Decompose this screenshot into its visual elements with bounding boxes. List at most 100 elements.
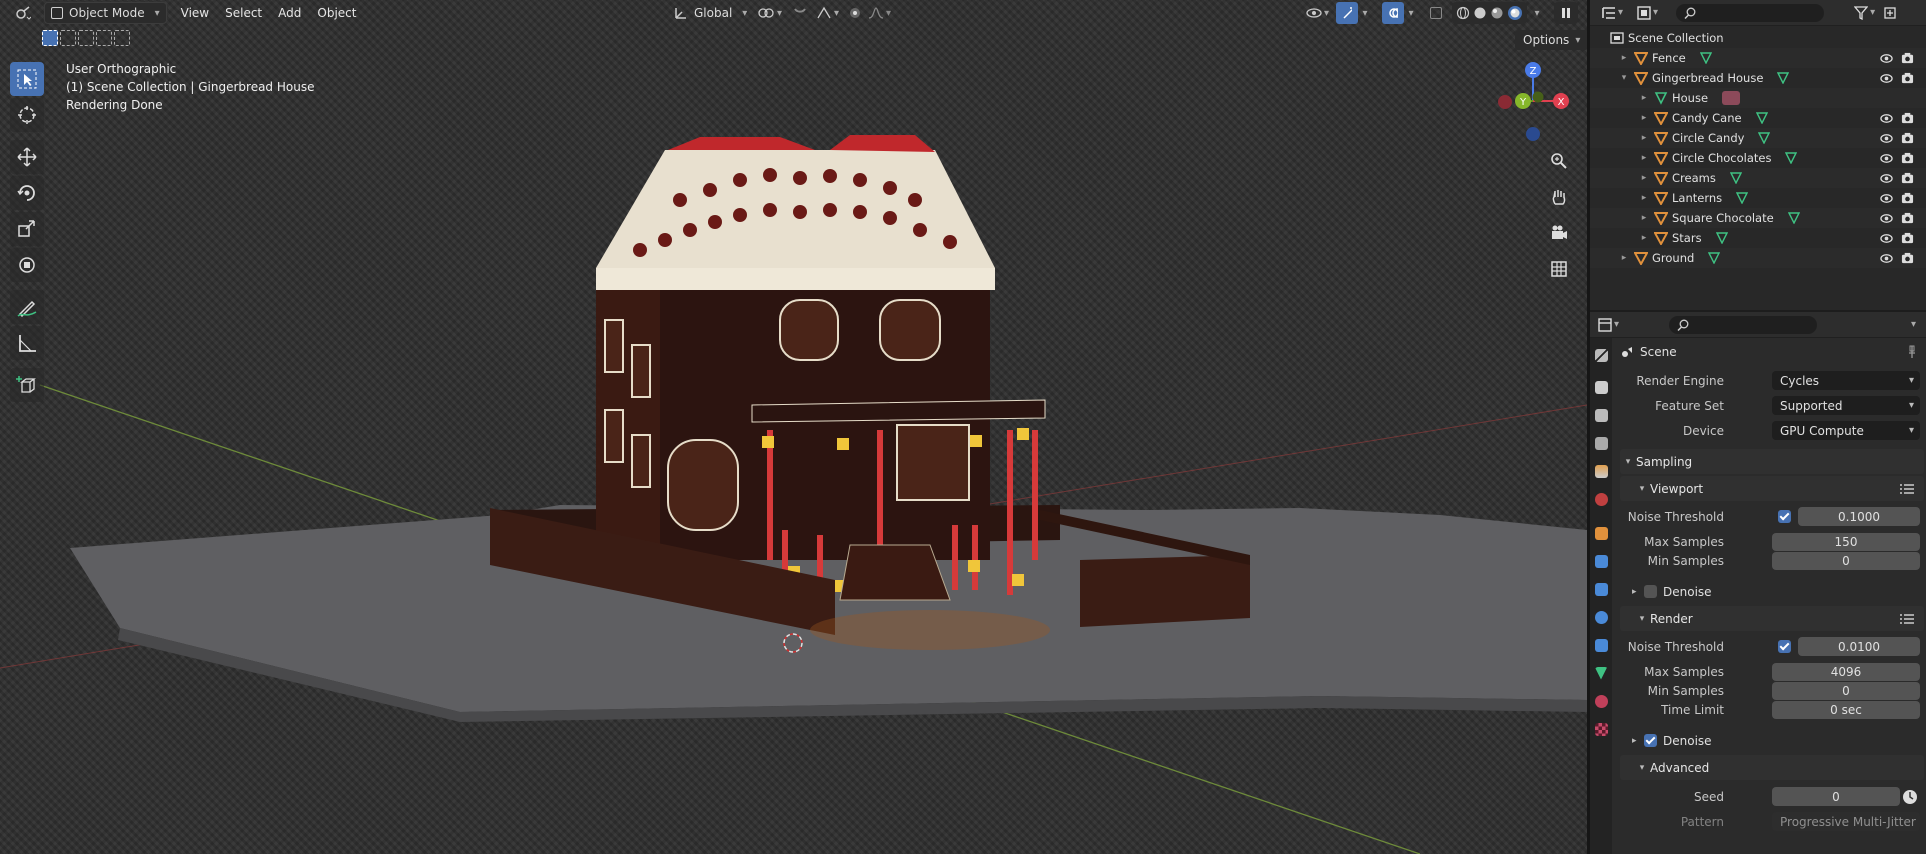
tab-scene[interactable] bbox=[1590, 460, 1612, 482]
overlays-dropdown-icon[interactable]: ▾ bbox=[1404, 2, 1418, 24]
tab-tool[interactable] bbox=[1590, 344, 1612, 366]
transform-orientation[interactable]: Global ▾ bbox=[668, 2, 753, 24]
viewport-min-samples-field[interactable]: 0 bbox=[1772, 551, 1920, 570]
outliner-editor-type-icon[interactable]: ▾ bbox=[1598, 2, 1627, 24]
outliner-row[interactable]: ▾ Gingerbread House bbox=[1590, 68, 1926, 88]
render-noise-threshold-checkbox[interactable] bbox=[1778, 640, 1791, 653]
menu-select[interactable]: Select bbox=[217, 6, 270, 20]
outliner-row[interactable]: ▸ Square Chocolate bbox=[1590, 208, 1926, 228]
camera-render-icon[interactable] bbox=[1901, 152, 1914, 165]
options-button[interactable]: Options ▾ bbox=[1515, 30, 1587, 50]
select-subtract-icon[interactable] bbox=[78, 30, 94, 46]
render-time-limit-field[interactable]: 0 sec bbox=[1772, 700, 1920, 719]
menu-add[interactable]: Add bbox=[270, 6, 309, 20]
camera-render-icon[interactable] bbox=[1901, 252, 1914, 265]
viewport-noise-threshold-field[interactable]: 0.1000 bbox=[1798, 507, 1920, 526]
tab-object[interactable] bbox=[1590, 522, 1612, 544]
viewport-noise-threshold-checkbox[interactable] bbox=[1778, 510, 1791, 523]
chevron-right-icon[interactable]: ▸ bbox=[1638, 173, 1650, 183]
tab-physics[interactable] bbox=[1590, 606, 1612, 628]
viewport-subpanel-header[interactable]: ▾ Viewport bbox=[1620, 476, 1924, 501]
orthographic-grid-icon[interactable] bbox=[1544, 254, 1574, 284]
camera-render-icon[interactable] bbox=[1901, 112, 1914, 125]
eye-icon[interactable] bbox=[1880, 132, 1893, 145]
tab-modifiers[interactable] bbox=[1590, 550, 1612, 572]
outliner-row[interactable]: ▸ Ground bbox=[1590, 248, 1926, 268]
snap-target-icon[interactable]: ▾ bbox=[810, 2, 845, 24]
tab-particles[interactable] bbox=[1590, 578, 1612, 600]
camera-render-icon[interactable] bbox=[1901, 232, 1914, 245]
overlays-toggle-icon[interactable] bbox=[1382, 2, 1404, 24]
eye-icon[interactable] bbox=[1880, 112, 1893, 125]
tab-output[interactable] bbox=[1590, 404, 1612, 426]
eye-icon[interactable] bbox=[1880, 72, 1893, 85]
rendered-shading-icon[interactable] bbox=[1507, 5, 1523, 21]
eye-icon[interactable] bbox=[1880, 152, 1893, 165]
list-menu-icon[interactable] bbox=[1900, 483, 1914, 495]
select-difference-icon[interactable] bbox=[96, 30, 112, 46]
eye-icon[interactable] bbox=[1880, 252, 1893, 265]
display-mode-icon[interactable]: ▾ bbox=[1633, 2, 1662, 24]
chevron-right-icon[interactable]: ▸ bbox=[1638, 153, 1650, 163]
chevron-right-icon[interactable]: ▸ bbox=[1638, 93, 1650, 103]
select-new-icon[interactable] bbox=[42, 30, 58, 46]
eye-icon[interactable] bbox=[1880, 212, 1893, 225]
outliner-row[interactable]: ▸ Stars bbox=[1590, 228, 1926, 248]
tab-world[interactable] bbox=[1590, 488, 1612, 510]
eye-icon[interactable] bbox=[1880, 192, 1893, 205]
wireframe-shading-icon[interactable] bbox=[1456, 6, 1470, 20]
rotate-tool[interactable] bbox=[10, 176, 44, 210]
editor-type-icon[interactable] bbox=[6, 2, 40, 24]
outliner-row[interactable]: ▸ Circle Chocolates bbox=[1590, 148, 1926, 168]
advanced-subpanel-header[interactable]: ▾ Advanced bbox=[1620, 755, 1924, 780]
tab-constraints[interactable] bbox=[1590, 634, 1612, 656]
navigation-gizmo[interactable]: Z X Y bbox=[1490, 58, 1576, 148]
visibility-selectability-icon[interactable]: ▾ bbox=[1300, 2, 1335, 24]
viewport-denoise-checkbox[interactable] bbox=[1644, 585, 1657, 598]
mode-selector[interactable]: Object Mode ▾ bbox=[44, 2, 167, 24]
properties-search-input[interactable] bbox=[1669, 315, 1818, 334]
scale-tool[interactable] bbox=[10, 212, 44, 246]
properties-options-icon[interactable]: ▾ bbox=[1907, 314, 1920, 336]
cursor-tool[interactable] bbox=[10, 98, 44, 132]
seed-field[interactable]: 0 bbox=[1772, 787, 1900, 806]
list-menu-icon[interactable] bbox=[1900, 613, 1914, 625]
outliner-row[interactable]: ▸ Circle Candy bbox=[1590, 128, 1926, 148]
add-cube-tool[interactable] bbox=[10, 368, 44, 402]
chevron-right-icon[interactable]: ▸ bbox=[1638, 133, 1650, 143]
properties-editor-type-icon[interactable]: ▾ bbox=[1594, 314, 1623, 336]
move-tool[interactable] bbox=[10, 140, 44, 174]
eye-icon[interactable] bbox=[1880, 52, 1893, 65]
scene-collection-row[interactable]: Scene Collection bbox=[1590, 28, 1926, 48]
sampling-panel-header[interactable]: ▾ Sampling bbox=[1620, 449, 1924, 474]
camera-render-icon[interactable] bbox=[1901, 192, 1914, 205]
chevron-right-icon[interactable]: ▸ bbox=[1638, 213, 1650, 223]
eye-icon[interactable] bbox=[1880, 172, 1893, 185]
select-intersect-icon[interactable] bbox=[114, 30, 130, 46]
new-collection-icon[interactable] bbox=[1879, 2, 1901, 24]
tab-material[interactable] bbox=[1590, 690, 1612, 712]
camera-view-icon[interactable] bbox=[1544, 218, 1574, 248]
zoom-icon[interactable] bbox=[1544, 146, 1574, 176]
camera-render-icon[interactable] bbox=[1901, 72, 1914, 85]
render-denoise-checkbox[interactable] bbox=[1644, 734, 1657, 747]
gizmo-dropdown-icon[interactable]: ▾ bbox=[1358, 2, 1372, 24]
camera-render-icon[interactable] bbox=[1901, 212, 1914, 225]
xray-toggle-icon[interactable] bbox=[1424, 2, 1448, 24]
device-dropdown[interactable]: GPU Compute ▾ bbox=[1772, 421, 1920, 440]
outliner-row[interactable]: ▸ Creams bbox=[1590, 168, 1926, 188]
outliner-row[interactable]: ▸ Lanterns bbox=[1590, 188, 1926, 208]
transform-tool[interactable] bbox=[10, 248, 44, 282]
menu-view[interactable]: View bbox=[173, 6, 217, 20]
filter-icon[interactable]: ▾ bbox=[1850, 2, 1879, 24]
outliner-row[interactable]: ▸ House bbox=[1590, 88, 1926, 108]
gizmo-neg-x[interactable] bbox=[1498, 95, 1512, 109]
tab-data[interactable] bbox=[1590, 662, 1612, 684]
3d-viewport[interactable]: Object Mode ▾ View Select Add Object Glo… bbox=[0, 0, 1587, 854]
outliner-row[interactable]: ▸ Candy Cane bbox=[1590, 108, 1926, 128]
tab-texture[interactable] bbox=[1590, 718, 1612, 740]
chevron-right-icon[interactable]: ▸ bbox=[1638, 113, 1650, 123]
chevron-down-icon[interactable]: ▾ bbox=[1618, 73, 1630, 83]
render-engine-dropdown[interactable]: Cycles ▾ bbox=[1772, 371, 1920, 390]
select-extend-icon[interactable] bbox=[60, 30, 76, 46]
